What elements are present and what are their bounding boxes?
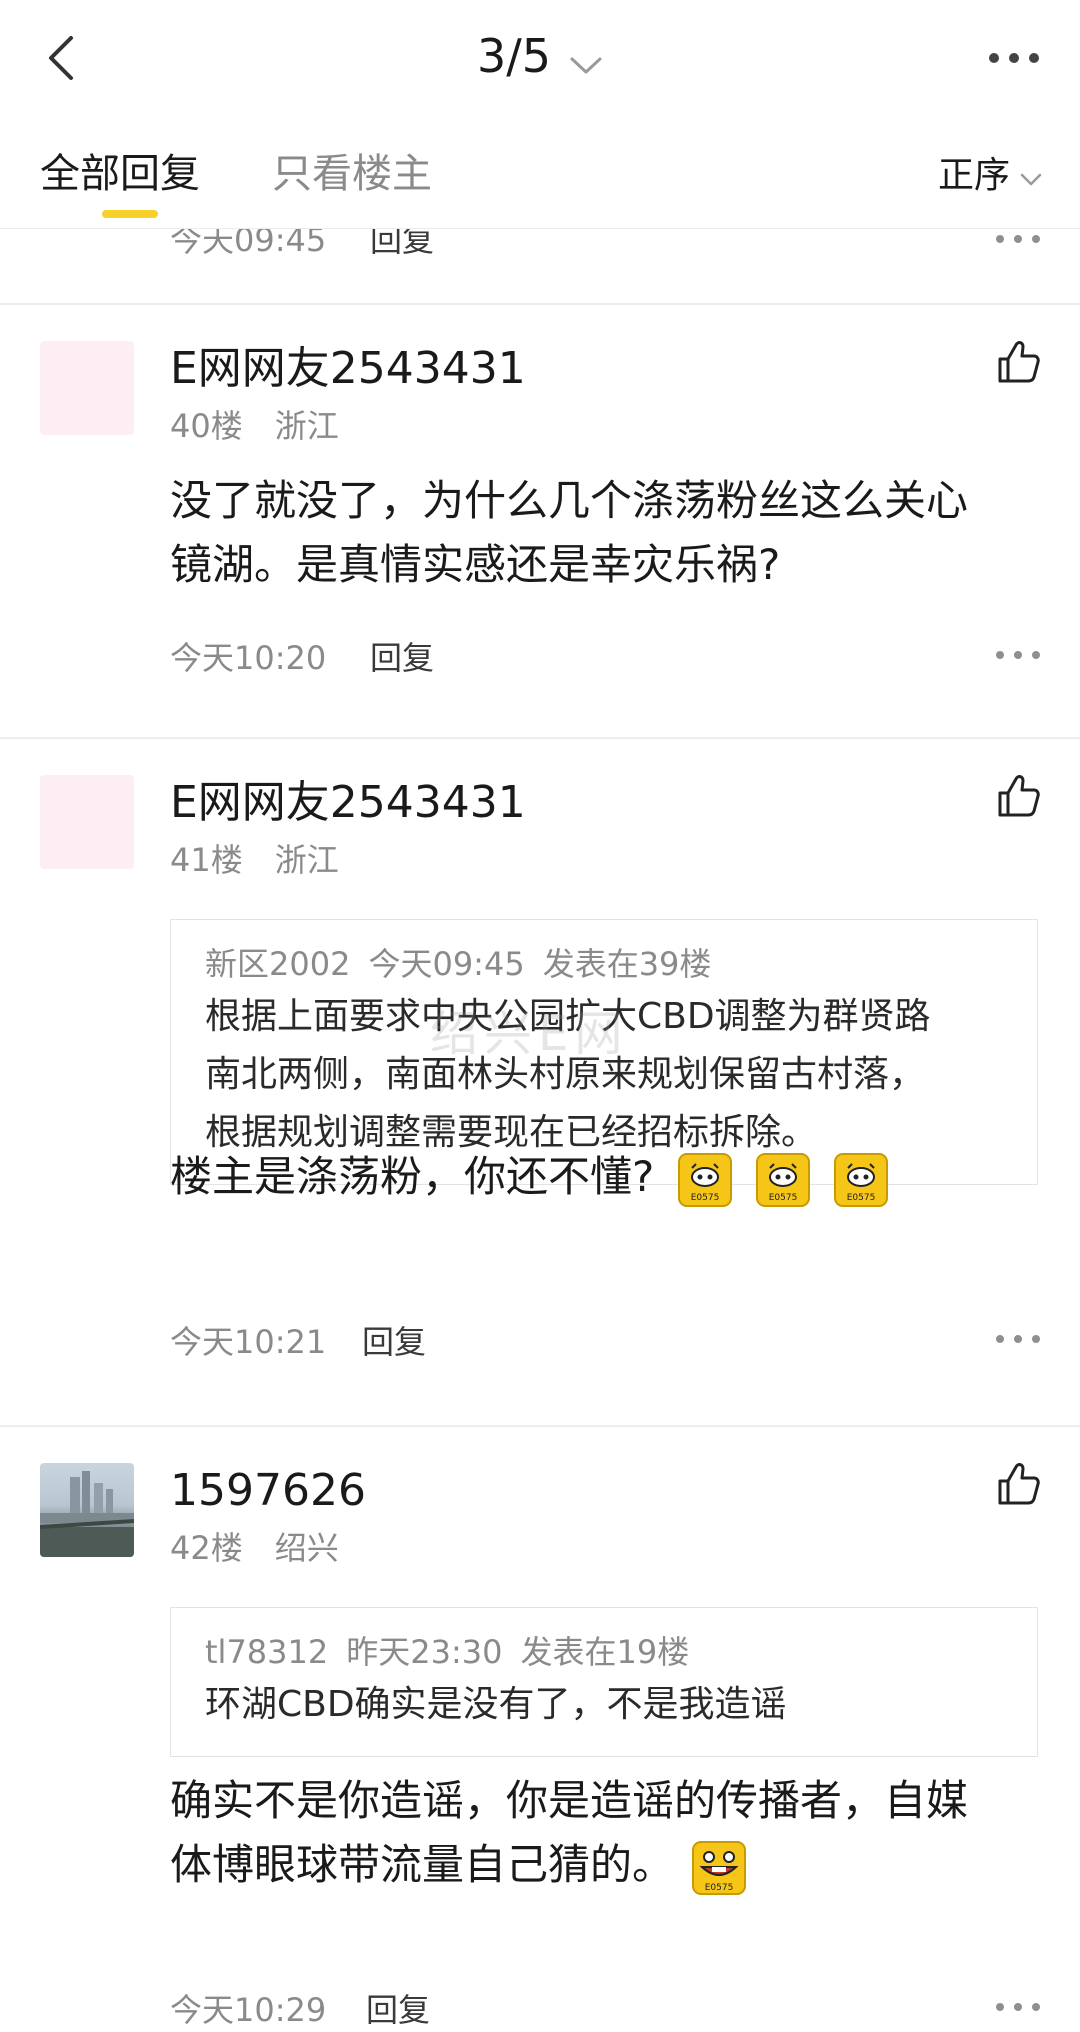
avatar[interactable] <box>40 775 134 869</box>
floor-info: 40楼 浙江 <box>170 405 339 447</box>
page-selector[interactable]: 3/5 <box>0 26 1080 90</box>
reply-text-line: 体博眼球带流量自己猜的。 <box>170 1840 675 1889</box>
quote-author: 新区2002 <box>205 945 351 983</box>
post-time: 今天10:29 <box>170 1991 327 2029</box>
floor-number: 40楼 <box>170 407 243 445</box>
reply-item: E网网友2543431 41楼 浙江 新区2002 今天09:45 发表在39楼 根据… <box>0 739 1080 1425</box>
quote-text-line: 根据上面要求中央公园扩大CBD调整为群贤路 <box>205 996 931 1037</box>
floor-info: 41楼 浙江 <box>170 839 339 881</box>
post-time: 今天09:45 <box>170 229 327 259</box>
reply-content: 确实不是你造谣，你是造谣的传播者，自媒 体博眼球带流量自己猜的。 E0575 <box>170 1769 1036 1897</box>
quoted-reply[interactable]: tl78312 昨天23:30 发表在19楼 环湖CBD确实是没有了，不是我造谣 <box>170 1607 1038 1757</box>
user-region: 浙江 <box>274 407 339 445</box>
reply-button[interactable]: 回复 <box>370 633 434 679</box>
more-options-icon[interactable] <box>996 643 1040 667</box>
more-options-icon[interactable] <box>996 1327 1040 1351</box>
svg-text:E0575: E0575 <box>769 1193 798 1203</box>
reply-text-line: 没了就没了，为什么几个涤荡粉丝这么关心 <box>170 476 969 525</box>
reply-list: 今天09:45 回复 E网网友2543431 40楼 浙江 没了就没了，为什么几个… <box>0 229 1080 2032</box>
quote-text-line: 环湖CBD确实是没有了，不是我造谣 <box>205 1684 787 1725</box>
quote-author: tl78312 <box>205 1633 329 1671</box>
thumbs-up-icon[interactable] <box>996 339 1042 385</box>
post-time: 今天10:21 <box>170 1323 327 1361</box>
reply-text-line: 楼主是涤荡粉，你还不懂? <box>170 1152 655 1201</box>
floor-number: 42楼 <box>170 1529 243 1567</box>
quote-floor: 发表在19楼 <box>520 1633 690 1671</box>
more-options-icon[interactable] <box>996 229 1040 251</box>
tab-all-replies[interactable]: 全部回复 <box>40 146 200 202</box>
svg-text:E0575: E0575 <box>705 1883 734 1893</box>
thumbs-up-icon[interactable] <box>996 773 1042 819</box>
chevron-down-icon <box>1010 152 1042 200</box>
pig-emoji-icon: E0575 <box>678 1152 733 1207</box>
svg-text:E0575: E0575 <box>847 1193 876 1203</box>
sort-order-dropdown[interactable]: 正序 <box>938 152 1042 200</box>
more-options-icon[interactable] <box>996 1995 1040 2019</box>
pig-emoji-icon: E0575 <box>756 1152 811 1207</box>
reply-button[interactable]: 回复 <box>362 1317 426 1363</box>
reply-item: E网网友2543431 40楼 浙江 没了就没了，为什么几个涤荡粉丝这么关心 镜湖… <box>0 305 1080 737</box>
reply-filter-tabs: 全部回复 只看楼主 正序 <box>0 118 1080 229</box>
quote-meta: tl78312 昨天23:30 发表在19楼 <box>205 1630 1011 1674</box>
sort-order-label: 正序 <box>937 155 1010 196</box>
more-options-icon[interactable] <box>984 38 1044 78</box>
tab-op-only[interactable]: 只看楼主 <box>272 146 432 202</box>
quote-text: 根据上面要求中央公园扩大CBD调整为群贤路 南北两侧，南面林头村原来规划保留古村… <box>205 988 1011 1162</box>
reply-button[interactable]: 回复 <box>370 229 434 261</box>
post-time: 今天10:20 <box>170 639 327 677</box>
quote-time: 今天09:45 <box>368 945 525 983</box>
active-tab-indicator <box>102 210 158 218</box>
username[interactable]: E网网友2543431 <box>170 341 526 397</box>
chevron-down-icon <box>569 30 603 90</box>
avatar[interactable] <box>40 1463 134 1557</box>
grinning-pig-emoji-icon: E0575 <box>692 1840 747 1895</box>
quote-floor: 发表在39楼 <box>542 945 712 983</box>
quote-time: 昨天23:30 <box>346 1633 503 1671</box>
thumbs-up-icon[interactable] <box>996 1461 1042 1507</box>
top-bar: 3/5 <box>0 0 1080 119</box>
quote-text-line: 南北两侧，南面林头村原来规划保留古村落， <box>205 1054 926 1095</box>
quote-meta: 新区2002 今天09:45 发表在39楼 <box>205 942 1011 986</box>
reply-text-line-with-emoji: 体博眼球带流量自己猜的。 E0575 <box>170 1833 1036 1897</box>
user-region: 绍兴 <box>274 1529 339 1567</box>
user-region: 浙江 <box>274 841 339 879</box>
floor-info: 42楼 绍兴 <box>170 1527 339 1569</box>
avatar[interactable] <box>40 341 134 435</box>
pig-emoji-icon: E0575 <box>834 1152 889 1207</box>
reply-button[interactable]: 回复 <box>366 1985 430 2031</box>
reply-content: 没了就没了，为什么几个涤荡粉丝这么关心 镜湖。是真情实感还是幸灾乐祸? <box>170 469 1036 597</box>
quote-text: 环湖CBD确实是没有了，不是我造谣 <box>205 1676 1011 1734</box>
reply-content: 楼主是涤荡粉，你还不懂? E0575 E0575 E0575 <box>170 1145 1036 1209</box>
floor-number: 41楼 <box>170 841 243 879</box>
username[interactable]: E网网友2543431 <box>170 775 526 831</box>
reply-item: 1597626 42楼 绍兴 tl78312 昨天23:30 发表在19楼 环湖CBD… <box>0 1427 1080 2032</box>
svg-text:E0575: E0575 <box>691 1193 720 1203</box>
reply-text-line: 确实不是你造谣，你是造谣的传播者，自媒 <box>170 1776 969 1825</box>
reply-text-line: 镜湖。是真情实感还是幸灾乐祸? <box>170 540 781 589</box>
page-indicator: 3/5 <box>476 29 552 83</box>
username[interactable]: 1597626 <box>170 1463 366 1519</box>
